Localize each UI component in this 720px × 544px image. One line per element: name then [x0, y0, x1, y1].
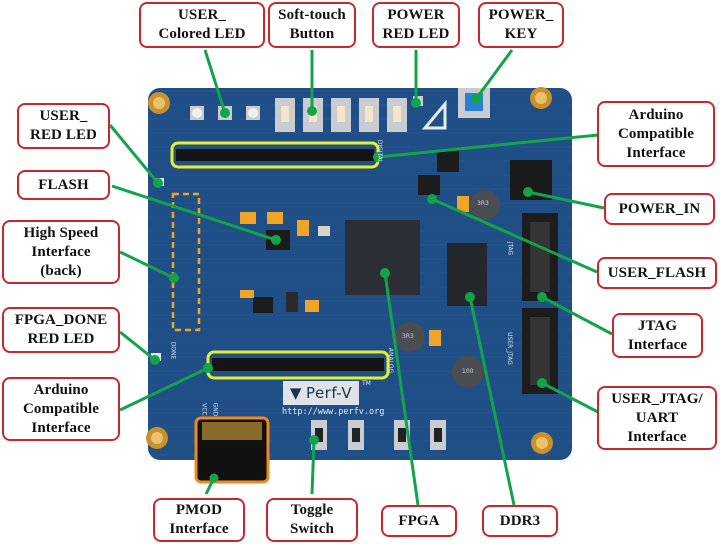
- label-user-red-led: USER_ RED LED: [17, 103, 110, 149]
- label-user-colored-led: USER_ Colored LED: [139, 2, 265, 48]
- silk-gnd: GND: [211, 402, 219, 417]
- silk-inductor-3: 100: [462, 368, 474, 375]
- capacitor: [240, 290, 254, 298]
- silk-jtag: JTAG: [506, 241, 514, 256]
- brand-url: http://www.perfv.org: [282, 407, 385, 417]
- brand-trademark: TM: [362, 380, 371, 387]
- label-power-key: POWER_ KEY: [478, 2, 564, 48]
- annotated-board-diagram: ▼ Perf-V TM http://www.perfv.org DONE JT…: [0, 0, 720, 544]
- label-ddr3: DDR3: [482, 505, 558, 537]
- capacitor: [297, 220, 309, 236]
- label-flash: FLASH: [17, 170, 110, 200]
- label-soft-touch-button: Soft-touch Button: [268, 2, 356, 48]
- silk-analog: ANALOG: [387, 347, 395, 374]
- mounting-screw-top-right: [530, 87, 552, 109]
- callout-toggle-switch: [310, 439, 316, 495]
- mounting-screw-top-left: [148, 92, 170, 114]
- brand-v-icon: ▼: [289, 384, 302, 402]
- label-power-red-led: POWER RED LED: [372, 2, 460, 48]
- capacitor: [305, 300, 319, 312]
- label-pmod-interface: PMOD Interface: [153, 498, 245, 542]
- jtag-header: [522, 213, 558, 301]
- fpga-chip: [345, 220, 420, 295]
- silk-user-jtag: USER_JTAG: [505, 332, 513, 365]
- silk-done: DONE: [169, 341, 177, 360]
- label-power-in: POWER_IN: [604, 193, 715, 225]
- board-brand-logo: ▼ Perf-V: [283, 381, 359, 405]
- mounting-screw-bottom-right: [531, 432, 553, 454]
- brand-name: Perf-V: [305, 384, 353, 402]
- oscillator: [318, 226, 330, 236]
- capacitor: [429, 330, 441, 346]
- label-arduino-compatible-right: Arduino Compatible Interface: [597, 101, 715, 167]
- silk-vcc: VCC: [200, 403, 208, 416]
- silk-inductor-1: 3R3: [477, 200, 489, 207]
- label-user-flash: USER_FLASH: [597, 257, 717, 289]
- pmod-connector: [194, 416, 270, 484]
- user-flash-chip: [418, 175, 440, 195]
- soft-touch-buttons: [275, 98, 407, 132]
- mounting-screw-bottom-left: [146, 427, 168, 449]
- diode: [286, 292, 298, 312]
- label-jtag-interface: JTAG Interface: [612, 313, 703, 358]
- silk-inductor-2: 3R3: [402, 333, 414, 340]
- silk-digital: DIGITAL: [376, 139, 384, 164]
- regulator-chip: [253, 297, 273, 313]
- capacitor: [267, 212, 283, 224]
- chip: [437, 150, 459, 172]
- label-user-jtag-uart-interface: USER_JTAG/ UART Interface: [597, 386, 717, 450]
- capacitor: [240, 212, 256, 224]
- label-high-speed-interface: High Speed Interface (back): [2, 220, 120, 284]
- label-fpga: FPGA: [381, 505, 457, 537]
- label-toggle-switch: Toggle Switch: [266, 498, 358, 542]
- label-arduino-compatible-left: Arduino Compatible Interface: [2, 377, 120, 441]
- label-fpga-done-red-led: FPGA_DONE RED LED: [2, 307, 120, 353]
